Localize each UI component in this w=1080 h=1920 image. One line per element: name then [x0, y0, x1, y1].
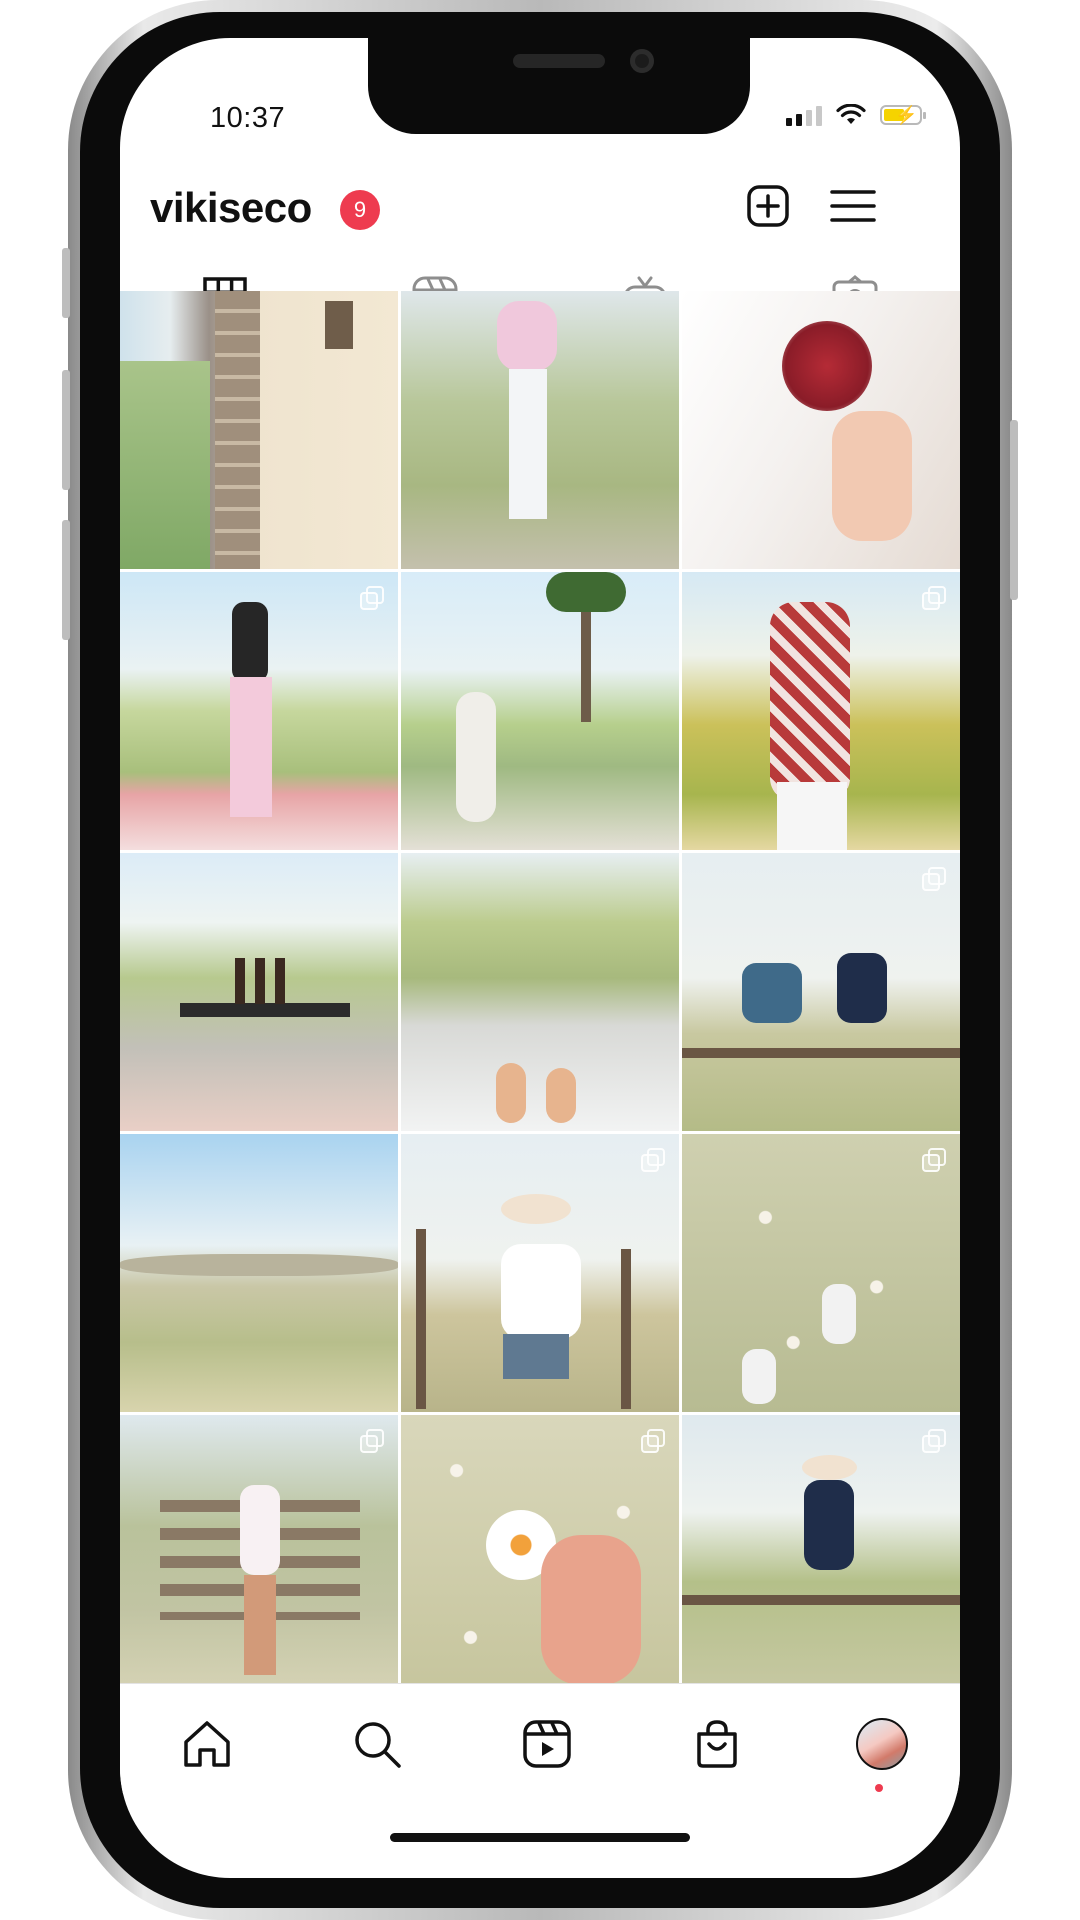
post-thumbnail-9[interactable] [682, 853, 960, 1131]
profile-username[interactable]: vikiseco [150, 184, 312, 232]
post-thumbnail-13[interactable] [120, 1415, 398, 1693]
home-indicator[interactable] [390, 1833, 690, 1842]
post-thumbnail-6[interactable] [682, 572, 960, 850]
home-icon [184, 1721, 230, 1767]
volume-down-button [62, 520, 70, 640]
wifi-icon [836, 104, 866, 124]
nav-shop[interactable] [685, 1712, 749, 1776]
menu-button[interactable] [825, 178, 881, 234]
posts-grid [120, 291, 960, 1693]
post-thumbnail-14[interactable] [401, 1415, 679, 1693]
multiple-photos-icon [922, 1429, 946, 1453]
nav-home[interactable] [175, 1712, 239, 1776]
charging-bolt-icon: ⚡ [895, 105, 918, 125]
profile-avatar [856, 1718, 908, 1770]
post-thumbnail-5[interactable] [401, 572, 679, 850]
speaker [513, 54, 605, 68]
profile-header: vikiseco 9 [150, 178, 930, 248]
profile-activity-dot [875, 1784, 883, 1792]
post-thumbnail-3[interactable] [682, 291, 960, 569]
volume-up-button [62, 370, 70, 490]
post-thumbnail-4[interactable] [120, 572, 398, 850]
post-thumbnail-8[interactable] [401, 853, 679, 1131]
plus-square-icon [747, 185, 789, 227]
cellular-signal-icon [786, 104, 822, 126]
post-thumbnail-1[interactable] [120, 291, 398, 569]
front-camera [630, 49, 654, 73]
post-thumbnail-12[interactable] [682, 1134, 960, 1412]
nav-search[interactable] [345, 1712, 409, 1776]
status-icons: ⚡ [786, 104, 926, 126]
mute-switch [62, 248, 70, 318]
multiple-photos-icon [641, 1429, 665, 1453]
post-thumbnail-15[interactable] [682, 1415, 960, 1693]
notch [368, 38, 750, 134]
status-time: 10:37 [210, 102, 286, 134]
notification-badge[interactable]: 9 [340, 190, 380, 230]
multiple-photos-icon [360, 586, 384, 610]
multiple-photos-icon [641, 1148, 665, 1172]
nav-reels[interactable] [515, 1712, 579, 1776]
reels-icon [523, 1720, 571, 1768]
multiple-photos-icon [922, 586, 946, 610]
new-post-button[interactable] [740, 178, 796, 234]
post-thumbnail-10[interactable] [120, 1134, 398, 1412]
nav-profile[interactable] [850, 1712, 914, 1776]
multiple-photos-icon [360, 1429, 384, 1453]
post-thumbnail-2[interactable] [401, 291, 679, 569]
phone-screen: 10:37 ⚡ vikiseco 9 [120, 38, 960, 1878]
post-thumbnail-11[interactable] [401, 1134, 679, 1412]
shopping-bag-icon [697, 1720, 737, 1768]
search-icon [355, 1722, 401, 1768]
multiple-photos-icon [922, 867, 946, 891]
multiple-photos-icon [922, 1148, 946, 1172]
power-button [1010, 420, 1018, 600]
post-thumbnail-7[interactable] [120, 853, 398, 1131]
hamburger-menu-icon [830, 190, 876, 222]
battery-icon: ⚡ [880, 105, 926, 125]
bottom-nav-bar [120, 1683, 960, 1794]
